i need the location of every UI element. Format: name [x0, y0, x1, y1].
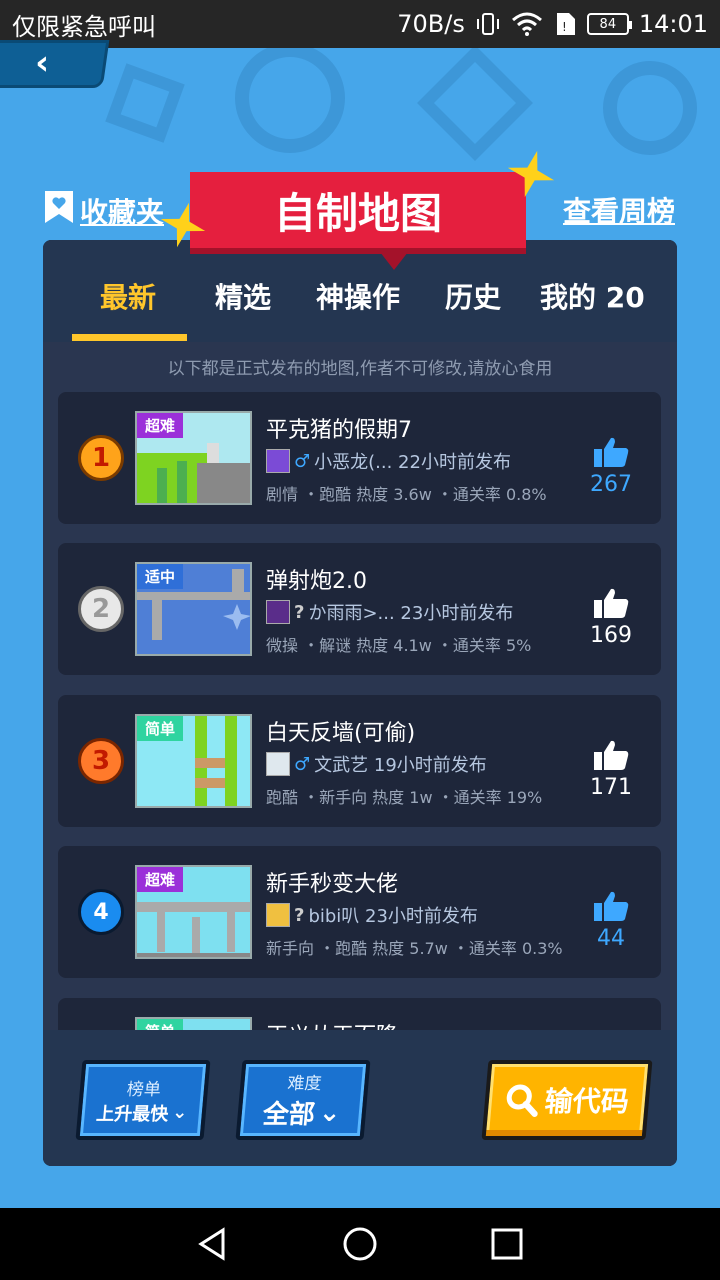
page-title-banner: 自制地图	[190, 172, 526, 270]
difficulty-filter-value: 全部	[261, 1100, 317, 1130]
map-title: 平克猪的假期7	[266, 418, 412, 443]
clock: 14:01	[638, 10, 708, 38]
chevron-down-icon: ⌄	[317, 1097, 343, 1128]
vibrate-icon	[475, 11, 501, 37]
map-thumbnail: 简单	[135, 1017, 252, 1030]
tab-history[interactable]: 历史	[445, 276, 501, 316]
difficulty-badge: 适中	[137, 564, 184, 589]
search-icon	[506, 1084, 538, 1117]
like-button[interactable]: 267	[581, 436, 641, 497]
like-count: 171	[590, 775, 632, 800]
rank-badge-bronze: 3	[78, 738, 124, 784]
nav-recents-icon[interactable]	[487, 1224, 527, 1264]
ranking-filter-button[interactable]: 榜单 上升最快 ⌄	[75, 1060, 211, 1140]
svg-text:!: !	[562, 20, 567, 34]
map-list[interactable]: 1 超难 平克猪的假期7 ♂ 小恶龙(... 22小时前发布 剧情 ・跑酷 热度…	[43, 390, 677, 1030]
avatar	[266, 449, 290, 473]
tab-skill[interactable]: 神操作	[316, 276, 400, 316]
map-title: 白天反墙(可偷)	[266, 721, 416, 746]
like-count: 169	[590, 623, 632, 648]
gender-icon: ?	[294, 601, 305, 623]
enter-code-label: 输代码	[543, 1085, 631, 1118]
back-arrow-icon: ‹	[35, 43, 50, 83]
rank-badge-gold: 1	[78, 435, 124, 481]
gender-icon: ?	[294, 904, 305, 926]
difficulty-badge: 超难	[137, 867, 184, 892]
wifi-icon	[511, 11, 543, 37]
notice-text: 以下都是正式发布的地图,作者不可修改,请放心食用	[43, 342, 677, 390]
map-card[interactable]: 简单 正义从天而降	[58, 998, 661, 1030]
map-tags: 跑酷 ・新手向 热度 1w ・通关率 19%	[266, 788, 543, 807]
back-button[interactable]: ‹	[0, 40, 110, 88]
map-author: ? bibi叭 23小时前发布	[266, 902, 478, 928]
map-tags: 剧情 ・跑酷 热度 3.6w ・通关率 0.8%	[266, 485, 547, 504]
ranking-filter-value: 上升最快	[95, 1103, 170, 1125]
thumbs-up-icon	[594, 891, 629, 921]
rank-badge-silver: 2	[78, 586, 124, 632]
avatar	[266, 903, 290, 927]
map-tags: 微操 ・解谜 热度 4.1w ・通关率 5%	[266, 636, 532, 655]
tab-latest[interactable]: 最新	[100, 276, 156, 316]
gender-icon: ♂	[294, 450, 311, 472]
avatar	[266, 752, 290, 776]
bookmark-heart-icon	[44, 190, 74, 231]
network-speed: 70B/s	[397, 10, 465, 38]
author-info: 文武艺 19小时前发布	[314, 755, 487, 776]
map-author: ? か雨雨>... 23小时前发布	[266, 599, 513, 625]
tab-featured[interactable]: 精选	[215, 276, 271, 316]
battery-icon: 84	[586, 13, 632, 35]
favorites-label: 收藏夹	[80, 195, 165, 229]
map-title: 弹射炮2.0	[266, 569, 367, 594]
avatar	[266, 600, 290, 624]
map-thumbnail: 超难	[135, 411, 252, 505]
active-tab-indicator	[72, 334, 187, 341]
thumbs-up-icon	[594, 740, 629, 770]
map-panel: 最新 精选 神操作 历史 我的 20 以下都是正式发布的地图,作者不可修改,请放…	[43, 240, 677, 1166]
difficulty-filter-label: 难度	[286, 1074, 323, 1094]
bottom-controls: 榜单 上升最快 ⌄ 难度 全部 ⌄ 输代码	[43, 1030, 677, 1166]
map-title: 新手秒变大佬	[266, 872, 399, 897]
map-thumbnail: 简单	[135, 714, 252, 808]
like-count: 267	[590, 472, 632, 497]
gender-icon: ♂	[294, 753, 311, 775]
sparkle-star-icon	[160, 202, 206, 248]
map-thumbnail: 超难	[135, 865, 252, 959]
difficulty-badge: 简单	[137, 716, 184, 741]
map-author: ♂ 小恶龙(... 22小时前发布	[266, 448, 511, 474]
difficulty-badge: 超难	[137, 413, 184, 438]
map-card[interactable]: 2 适中 弹射炮2.0 ? か雨雨>... 23小时前发布 微操 ・解谜 热度 …	[58, 543, 661, 675]
tab-bar: 最新 精选 神操作 历史 我的 20	[43, 240, 677, 342]
sparkle-star-icon	[507, 150, 555, 198]
chevron-down-icon: ⌄	[171, 1102, 189, 1123]
like-button[interactable]: 169	[581, 587, 641, 648]
carrier-text: 仅限紧急呼叫	[12, 12, 156, 41]
like-count: 44	[597, 926, 625, 951]
author-info: か雨雨>... 23小时前发布	[308, 603, 514, 624]
sim-icon: !	[553, 11, 577, 37]
difficulty-filter-button[interactable]: 难度 全部 ⌄	[235, 1060, 371, 1140]
system-nav-bar	[0, 1208, 720, 1280]
rank-badge: 4	[78, 889, 124, 935]
ranking-filter-label: 榜单	[126, 1079, 162, 1100]
thumbs-up-icon	[594, 588, 629, 618]
map-card[interactable]: 1 超难 平克猪的假期7 ♂ 小恶龙(... 22小时前发布 剧情 ・跑酷 热度…	[58, 392, 661, 524]
map-card[interactable]: 3 简单 白天反墙(可偷) ♂ 文武艺 19小时前发布 跑酷 ・新手向 热度 1…	[58, 695, 661, 827]
tab-mine[interactable]: 我的 20	[540, 276, 645, 316]
like-button[interactable]: 44	[581, 890, 641, 951]
author-info: 小恶龙(... 22小时前发布	[314, 452, 511, 473]
nav-back-icon[interactable]	[193, 1224, 233, 1264]
thumbs-up-icon	[594, 437, 629, 467]
enter-code-button[interactable]: 输代码	[481, 1060, 653, 1140]
weekly-ranking-link[interactable]: 查看周榜	[563, 190, 675, 230]
favorites-link[interactable]: 收藏夹	[44, 190, 164, 231]
nav-home-icon[interactable]	[340, 1224, 380, 1264]
map-title: 正义从天而降	[266, 1018, 398, 1030]
map-thumbnail: 适中	[135, 562, 252, 656]
map-tags: 新手向 ・跑酷 热度 5.7w ・通关率 0.3%	[266, 939, 563, 958]
like-button[interactable]: 171	[581, 739, 641, 800]
author-info: bibi叭 23小时前发布	[308, 906, 478, 927]
map-author: ♂ 文武艺 19小时前发布	[266, 751, 487, 777]
difficulty-badge: 简单	[137, 1019, 184, 1030]
map-card[interactable]: 4 超难 新手秒变大佬 ? bibi叭 23小时前发布 新手向 ・跑酷 热度 5…	[58, 846, 661, 978]
